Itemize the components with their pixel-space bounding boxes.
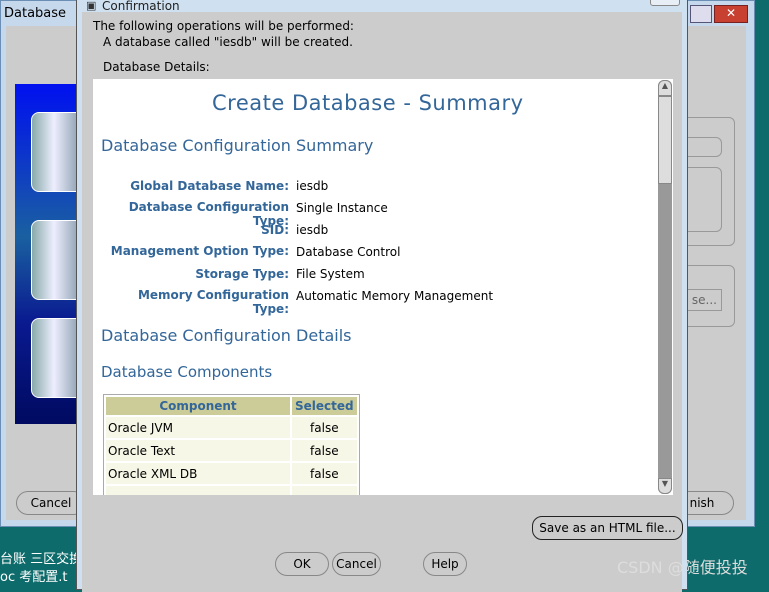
config-summary-heading: Database Configuration Summary: [101, 136, 374, 155]
database-cylinder-icon: [31, 318, 77, 398]
maximize-button[interactable]: [690, 5, 712, 23]
component-cell: [106, 486, 290, 495]
selected-cell: [292, 486, 357, 495]
save-html-button[interactable]: Save as an HTML file...: [532, 516, 683, 540]
scrollbar-thumb[interactable]: [658, 96, 672, 184]
close-button[interactable]: ✕: [714, 5, 748, 23]
scroll-down-arrow-icon[interactable]: ▼: [658, 478, 672, 494]
field-label: Management Option Type:: [110, 244, 289, 258]
field-value: iesdb: [296, 223, 329, 237]
dialog-close-button[interactable]: [650, 0, 680, 6]
taskbar-item[interactable]: oc 考配置.t: [0, 566, 67, 585]
component-cell: Oracle XML DB: [106, 463, 290, 484]
field-value: Single Instance: [296, 201, 388, 215]
database-cylinder-icon: [31, 112, 77, 192]
dialog-icon: ▣: [86, 0, 97, 12]
scroll-up-arrow-icon[interactable]: ▲: [658, 80, 672, 96]
column-header: Component: [106, 397, 290, 415]
table-row: Oracle JVM false: [106, 417, 357, 438]
component-cell: Oracle Text: [106, 440, 290, 461]
ok-button[interactable]: OK: [275, 552, 329, 576]
field-value: iesdb: [296, 179, 329, 193]
field-value: Automatic Memory Management: [296, 289, 494, 303]
help-button[interactable]: Help: [423, 552, 467, 576]
selected-cell: false: [292, 440, 357, 461]
table-row: [106, 486, 357, 495]
components-heading: Database Components: [101, 363, 273, 381]
background-window-title: Database: [4, 6, 67, 21]
operation-text: A database called "iesdb" will be create…: [103, 35, 353, 49]
summary-panel[interactable]: Create Database - Summary Database Confi…: [93, 79, 673, 495]
components-table: Component Selected Oracle JVM false Oracle…: [103, 394, 360, 495]
field-label: SID:: [261, 223, 289, 237]
field-label: Memory Configuration Type:: [137, 288, 289, 316]
details-label: Database Details:: [103, 60, 210, 74]
selected-cell: false: [292, 417, 357, 438]
field-label: Global Database Name:: [130, 179, 289, 193]
selected-cell: false: [292, 463, 357, 484]
database-cylinder-icon: [31, 220, 77, 300]
table-row: Oracle XML DB false: [106, 463, 357, 484]
component-cell: Oracle JVM: [106, 417, 290, 438]
field-label: Storage Type:: [195, 267, 289, 281]
watermark: CSDN @随便投投: [617, 558, 748, 577]
table-row: Oracle Text false: [106, 440, 357, 461]
column-header: Selected: [292, 397, 357, 415]
field-value: Database Control: [296, 245, 401, 259]
config-details-heading: Database Configuration Details: [101, 326, 352, 345]
summary-title: Create Database - Summary: [212, 91, 524, 115]
cancel-button[interactable]: Cancel: [332, 552, 381, 576]
intro-text: The following operations will be perform…: [93, 19, 354, 33]
field-value: File System: [296, 267, 365, 281]
